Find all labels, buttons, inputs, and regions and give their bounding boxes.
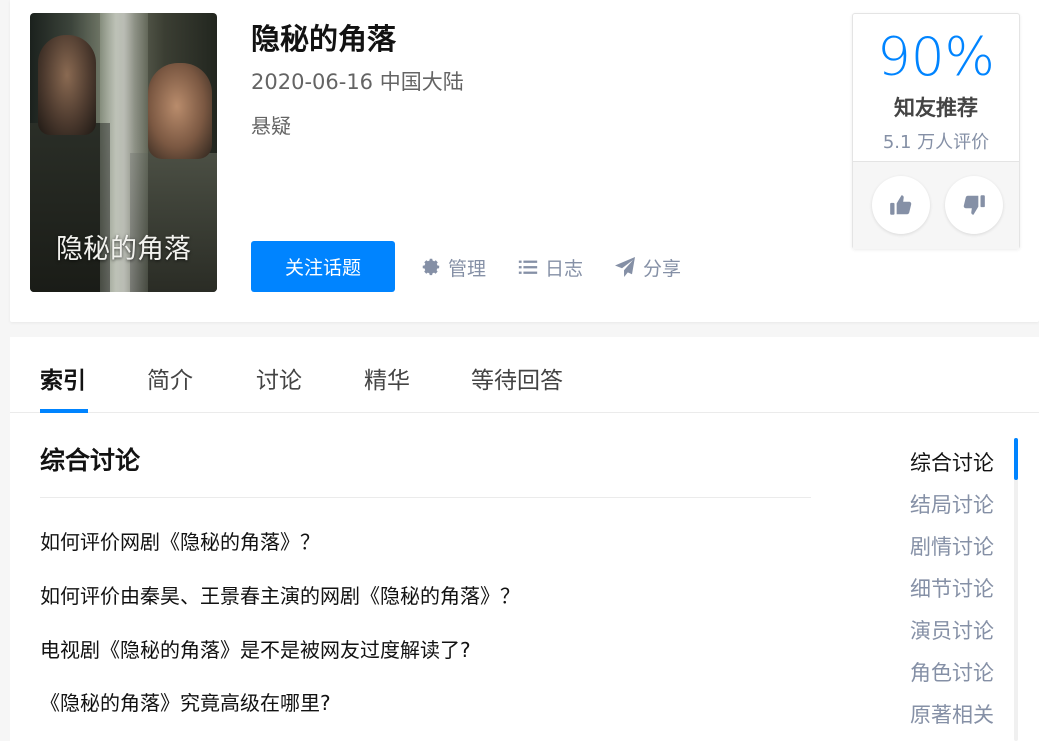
side-nav-item[interactable]: 综合讨论 bbox=[910, 447, 994, 477]
tab-discussion[interactable]: 讨论 bbox=[256, 361, 302, 395]
question-link[interactable]: 《隐秘的角落》究竟高级在哪里? bbox=[40, 687, 331, 716]
topic-title: 隐秘的角落 bbox=[251, 22, 397, 56]
thumbs-down-icon bbox=[963, 195, 985, 215]
downvote-button[interactable] bbox=[945, 176, 1003, 234]
upvote-button[interactable] bbox=[872, 176, 930, 234]
question-link[interactable]: 如何评价由秦昊、王景春主演的网剧《隐秘的角落》？ bbox=[40, 580, 520, 609]
section-title: 综合讨论 bbox=[40, 446, 141, 475]
tab-intro[interactable]: 简介 bbox=[147, 361, 193, 395]
side-nav-item[interactable]: 剧情讨论 bbox=[910, 531, 994, 561]
side-nav-item[interactable]: 演员讨论 bbox=[910, 615, 994, 645]
side-nav-item[interactable]: 细节讨论 bbox=[910, 573, 994, 603]
log-label: 日志 bbox=[545, 257, 584, 280]
topic-tabs: 索引 简介 讨论 精华 等待回答 bbox=[10, 337, 1039, 413]
side-nav-item[interactable]: 原著相关 bbox=[910, 699, 994, 729]
question-link[interactable]: 如何评价网剧《隐秘的角落》？ bbox=[40, 526, 320, 555]
rating-box: 90% 知友推荐 5.1 万人评价 bbox=[852, 13, 1020, 249]
manage-label: 管理 bbox=[448, 257, 487, 280]
recommend-percent: 90% bbox=[877, 27, 995, 88]
section-divider bbox=[40, 497, 811, 498]
tab-unanswered[interactable]: 等待回答 bbox=[471, 361, 563, 395]
tab-index[interactable]: 索引 bbox=[40, 361, 86, 395]
poster-title-text: 隐秘的角落 bbox=[56, 234, 191, 265]
list-icon bbox=[518, 260, 538, 274]
side-nav-track bbox=[1014, 438, 1018, 741]
follow-topic-button[interactable]: 关注话题 bbox=[251, 241, 395, 292]
topic-content-card: 索引 简介 讨论 精华 等待回答 综合讨论 如何评价网剧《隐秘的角落》？ 如何评… bbox=[10, 337, 1039, 741]
manage-button[interactable]: 管理 bbox=[420, 253, 486, 281]
side-nav-item[interactable]: 结局讨论 bbox=[910, 489, 994, 519]
paper-plane-icon bbox=[615, 257, 635, 277]
active-tab-indicator bbox=[40, 409, 88, 413]
recommend-label: 知友推荐 bbox=[894, 96, 978, 120]
log-button[interactable]: 日志 bbox=[517, 253, 583, 281]
gear-icon bbox=[422, 258, 440, 276]
topic-meta: 2020-06-16 中国大陆 bbox=[251, 70, 464, 94]
thumbs-up-icon bbox=[890, 195, 912, 215]
poster-image: 隐秘的角落 bbox=[30, 13, 217, 292]
side-nav-indicator bbox=[1014, 438, 1018, 480]
tab-essence[interactable]: 精华 bbox=[364, 361, 410, 395]
rating-count: 5.1 万人评价 bbox=[882, 132, 990, 153]
share-label: 分享 bbox=[643, 257, 682, 280]
side-nav-item[interactable]: 角色讨论 bbox=[910, 657, 994, 687]
vote-area bbox=[853, 161, 1019, 249]
question-link[interactable]: 电视剧《隐秘的角落》是不是被网友过度解读了? bbox=[40, 634, 471, 663]
topic-genre[interactable]: 悬疑 bbox=[251, 110, 291, 139]
share-button[interactable]: 分享 bbox=[613, 253, 681, 281]
